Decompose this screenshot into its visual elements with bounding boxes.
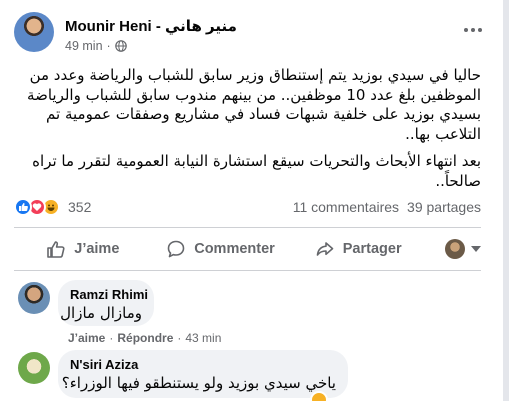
like-button[interactable]: J’aime [14,232,152,266]
post-text: حاليا في سيدي بوزيد يتم إستنطاق وزير ساب… [16,66,481,199]
divider [14,227,481,228]
comment-bubble: N'siri Aziza ياخي سيدي بوزيد ولو يستنطقو… [58,350,348,398]
comment-reply-link[interactable]: Répondre [117,331,173,345]
post-stats: 11 commentaires 39 partages [293,199,481,215]
comment-separator: · [177,331,182,345]
like-button-label: J’aime [74,241,120,257]
commenter-avatar[interactable] [18,282,50,314]
react-as-selector[interactable] [427,239,482,259]
reaction-count: 352 [68,199,92,215]
reactions-summary[interactable]: 352 [14,198,91,216]
chevron-down-icon [471,246,482,252]
scrollbar-track[interactable] [503,0,509,401]
avatar [445,239,466,259]
comment-button[interactable]: Commenter [152,232,290,266]
action-bar: J’aime Commenter Partager [14,232,482,266]
thumbs-up-icon [47,241,65,258]
author-name[interactable]: Mounir Heni - منير هاني [65,17,237,35]
share-icon [316,242,334,256]
post-card: Mounir Heni - منير هاني 49 min · حاليا ف… [0,0,503,401]
more-horizontal-icon[interactable] [461,22,485,38]
shares-count[interactable]: 39 partages [407,199,481,215]
comment-separator: · [109,331,114,345]
share-button-label: Partager [342,241,402,257]
globe-icon [114,40,127,52]
commenter-name[interactable]: N'siri Aziza [70,357,336,372]
like-icon [14,198,32,216]
commenter-avatar[interactable] [18,352,50,384]
post-meta: 49 min · [65,39,127,53]
post-paragraph: بعد انتهاء الأبحاث والتحريات سيقع استشار… [32,152,481,190]
comment-time[interactable]: 43 min [185,331,221,345]
share-button[interactable]: Partager [289,232,427,266]
comment-bubble: Ramzi Rhimi ومازال مازال [58,280,154,326]
divider [14,270,481,271]
post-time[interactable]: 49 min [65,39,103,53]
meta-separator: · [106,39,111,53]
comments-count[interactable]: 11 commentaires [293,199,399,215]
comment-actions: J’aime · Répondre · 43 min [68,331,221,345]
comment-text: ومازال مازال [60,304,142,322]
author-avatar[interactable] [14,12,54,52]
commenter-name[interactable]: Ramzi Rhimi [70,287,148,302]
comment-button-label: Commenter [194,241,275,257]
comment-text: ياخي سيدي بوزيد ولو يستنطقو فيها الوزراء… [61,374,336,392]
comment-like-link[interactable]: J’aime [68,331,105,345]
comment-icon [167,240,185,258]
post-paragraph: حاليا في سيدي بوزيد يتم إستنطاق وزير ساب… [27,66,481,143]
